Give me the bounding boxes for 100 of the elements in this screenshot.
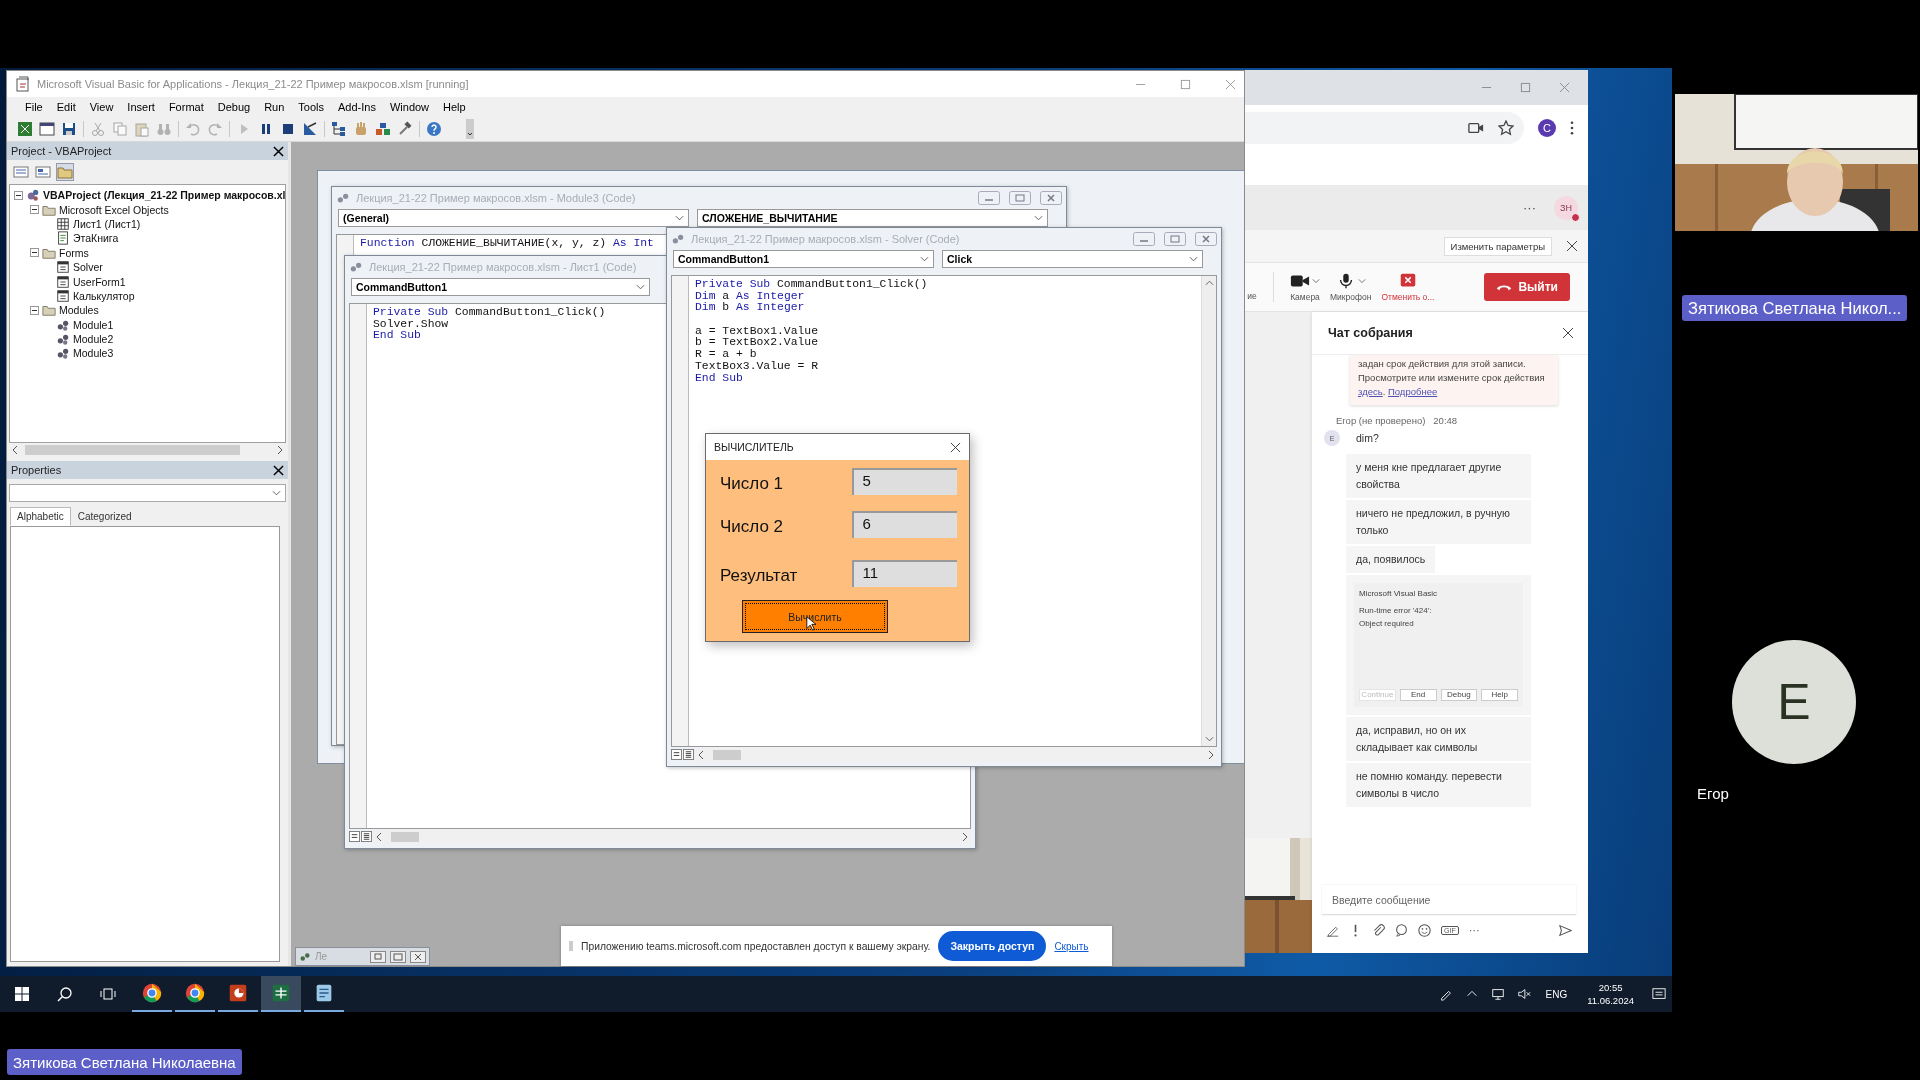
module-view-icon[interactable] bbox=[361, 831, 372, 842]
link[interactable]: здесь bbox=[1358, 386, 1383, 397]
menu-item[interactable]: View bbox=[89, 101, 114, 113]
leave-button[interactable]: Выйти bbox=[1484, 273, 1570, 301]
minimize-icon[interactable] bbox=[978, 190, 1000, 205]
message-input[interactable]: Введите сообщение bbox=[1322, 885, 1576, 915]
menu-item[interactable]: File bbox=[25, 101, 43, 113]
link[interactable]: Подробнее bbox=[1387, 386, 1438, 397]
scrollbar[interactable] bbox=[373, 829, 971, 844]
menu-icon[interactable] bbox=[1570, 120, 1574, 135]
expand-toggle[interactable] bbox=[30, 305, 39, 315]
spreadsheet-icon[interactable] bbox=[17, 121, 33, 137]
speech-bubble-icon[interactable] bbox=[1395, 923, 1408, 937]
menu-item[interactable]: Format bbox=[168, 101, 204, 113]
tree-item[interactable]: Module2 bbox=[73, 333, 114, 346]
tree-item[interactable]: Module1 bbox=[73, 318, 114, 331]
tree-item[interactable]: UserForm1 bbox=[73, 275, 126, 288]
tree-item[interactable]: Module3 bbox=[73, 347, 114, 360]
close-icon[interactable] bbox=[1562, 327, 1574, 339]
close-icon[interactable] bbox=[950, 441, 961, 453]
toolbar-options-icon[interactable] bbox=[466, 119, 474, 139]
procedure-view-icon[interactable] bbox=[349, 831, 360, 842]
drag-handle-icon[interactable] bbox=[569, 940, 573, 952]
menu-item[interactable]: Tools bbox=[298, 101, 324, 113]
module-view-icon[interactable] bbox=[683, 749, 694, 760]
call-control[interactable]: Отменить о... bbox=[1381, 272, 1435, 302]
input-field[interactable]: 6 bbox=[852, 510, 957, 538]
dropdown[interactable]: Click bbox=[942, 250, 1203, 268]
tree-item[interactable]: Solver bbox=[73, 261, 103, 274]
menu-item[interactable]: Insert bbox=[127, 101, 155, 113]
star-icon[interactable] bbox=[1498, 119, 1514, 136]
expand-toggle[interactable] bbox=[14, 190, 23, 200]
tree-item[interactable]: VBAProject (Лекция_21-22 Пример макросов.xl bbox=[43, 189, 285, 202]
settings-button[interactable]: Изменить параметры bbox=[1443, 236, 1552, 256]
menu-item[interactable]: Run bbox=[264, 101, 285, 113]
form-icon[interactable] bbox=[39, 121, 55, 137]
menu-item[interactable]: Add-Ins bbox=[338, 101, 376, 113]
stop-sharing-button[interactable]: Закрыть доступ bbox=[938, 931, 1047, 961]
notification-icon[interactable] bbox=[1652, 987, 1666, 1001]
scroll-thumb[interactable] bbox=[25, 445, 240, 455]
network-icon[interactable] bbox=[1491, 987, 1506, 1001]
tab[interactable]: Categorized bbox=[70, 507, 139, 526]
calculate-button[interactable]: Вычислить bbox=[742, 600, 888, 633]
form-view-icon[interactable] bbox=[35, 164, 51, 180]
paperclip-icon[interactable] bbox=[1372, 923, 1385, 937]
dropdown[interactable]: CommandButton1 bbox=[351, 278, 650, 296]
restore-icon[interactable] bbox=[370, 950, 386, 963]
menu-item[interactable]: Debug bbox=[217, 101, 251, 113]
hammer-icon[interactable] bbox=[397, 121, 413, 137]
emoji-icon[interactable] bbox=[1418, 923, 1431, 937]
minimize-icon[interactable] bbox=[1133, 231, 1155, 246]
control-label[interactable]: ие bbox=[1247, 291, 1257, 301]
close-icon[interactable] bbox=[273, 145, 284, 157]
tree-item[interactable]: Microsoft Excel Objects bbox=[59, 203, 169, 216]
procedure-view-icon[interactable] bbox=[671, 749, 682, 760]
maximize-icon[interactable] bbox=[1520, 82, 1531, 93]
profile-avatar[interactable]: C bbox=[1538, 118, 1556, 137]
dropdown[interactable]: (General) bbox=[338, 209, 689, 227]
task-view-icon[interactable] bbox=[100, 986, 116, 1002]
call-control[interactable]: Камера bbox=[1290, 272, 1320, 302]
more-button[interactable]: ··· bbox=[1468, 924, 1480, 936]
tab[interactable]: Alphabetic bbox=[10, 507, 71, 526]
search-icon[interactable] bbox=[57, 986, 73, 1002]
boxes-icon[interactable] bbox=[375, 121, 391, 137]
user-avatar[interactable]: ЗН bbox=[1554, 195, 1578, 220]
tree-icon[interactable] bbox=[331, 121, 347, 137]
scroll-thumb[interactable] bbox=[391, 831, 419, 842]
menu-item[interactable]: Edit bbox=[56, 101, 76, 113]
windows-icon[interactable] bbox=[14, 986, 30, 1002]
menu-item[interactable]: Window bbox=[389, 101, 430, 113]
close-icon[interactable] bbox=[273, 464, 284, 476]
tree-item[interactable]: Лист1 (Лист1) bbox=[73, 217, 141, 230]
stop-icon[interactable] bbox=[280, 121, 296, 137]
hide-link[interactable]: Скрыть bbox=[1054, 940, 1089, 952]
more-button[interactable]: ··· bbox=[1523, 200, 1536, 215]
input-field[interactable]: 11 bbox=[852, 559, 957, 587]
dropdown[interactable]: CommandButton1 bbox=[673, 250, 934, 268]
maximize-icon[interactable] bbox=[390, 950, 406, 963]
scrollbar[interactable] bbox=[695, 747, 1217, 762]
tree-item[interactable]: Modules bbox=[59, 304, 99, 317]
scrollbar[interactable] bbox=[1201, 276, 1216, 746]
scroll-thumb[interactable] bbox=[713, 749, 741, 760]
tree-item[interactable]: Forms bbox=[59, 246, 89, 259]
tree-item[interactable]: ЭтаКнига bbox=[73, 232, 119, 245]
send-icon[interactable] bbox=[1559, 923, 1572, 937]
tree-item[interactable]: Калькулятор bbox=[73, 289, 135, 302]
maximize-icon[interactable] bbox=[1180, 78, 1191, 90]
input-field[interactable]: 5 bbox=[852, 467, 957, 495]
save-icon[interactable] bbox=[61, 121, 77, 137]
speaker-muted-icon[interactable] bbox=[1517, 987, 1532, 1001]
expand-toggle[interactable] bbox=[30, 248, 39, 258]
menu-item[interactable]: Help bbox=[443, 101, 466, 113]
close-icon[interactable] bbox=[1566, 240, 1578, 252]
clock[interactable]: 20:55 11.06.2024 bbox=[1587, 981, 1634, 1007]
language-indicator[interactable]: ENG bbox=[1545, 988, 1568, 1000]
call-control[interactable]: Микрофон bbox=[1330, 272, 1372, 302]
help-icon[interactable] bbox=[426, 121, 442, 137]
close-icon[interactable] bbox=[410, 950, 426, 963]
dropdown[interactable]: СЛОЖЕНИЕ_ВЫЧИТАНИЕ bbox=[697, 209, 1048, 227]
expand-toggle[interactable] bbox=[30, 205, 39, 215]
